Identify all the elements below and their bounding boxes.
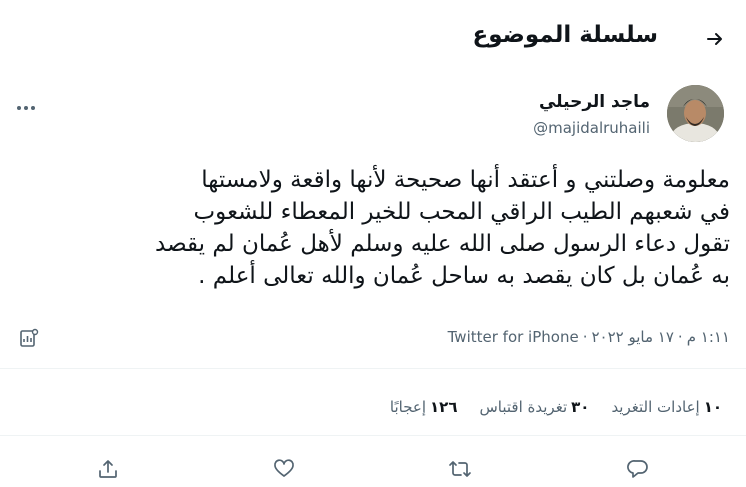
tweet-line: معلومة وصلتني و أعتقد أنها صحيحة لأنها و… (201, 167, 730, 193)
quotes-stat[interactable]: ٣٠تغريدة اقتباس (479, 398, 589, 416)
share-button[interactable] (94, 455, 122, 483)
author-handle[interactable]: @majidalruhaili (533, 119, 650, 137)
tweet-stats: ١٠إعادات التغريد ٣٠تغريدة اقتباس ١٢٦إعجا… (390, 398, 722, 416)
tweet-meta: ١:١١ م · ١٧ مايو ٢٠٢٢ · Twitter for iPho… (448, 328, 730, 346)
analytics-icon (20, 328, 39, 347)
tweet-actions (0, 455, 746, 485)
retweet-button[interactable] (446, 455, 474, 483)
divider (0, 435, 746, 436)
tweet-text: معلومة وصلتني و أعتقد أنها صحيحة لأنها و… (10, 164, 730, 292)
retweets-label: إعادات التغريد (611, 398, 700, 416)
dot-icon (31, 106, 35, 110)
tweet-line: في شعبهم الطيب الراقي المحب للخير المعطا… (193, 199, 730, 225)
quotes-label: تغريدة اقتباس (479, 398, 568, 416)
more-options-button[interactable] (14, 100, 38, 116)
like-button[interactable] (270, 455, 298, 483)
divider (0, 368, 746, 369)
likes-count: ١٢٦ (430, 398, 458, 416)
back-button[interactable] (698, 22, 732, 56)
dot-icon (17, 106, 21, 110)
page-title: سلسلة الموضوع (472, 22, 658, 48)
meta-separator: · (677, 328, 683, 346)
arrow-right-icon (707, 33, 722, 45)
reply-button[interactable] (624, 455, 652, 483)
retweet-icon (449, 461, 471, 477)
tweet-source[interactable]: Twitter for iPhone (448, 328, 579, 346)
tweet-line: به عُمان بل كان يقصد به ساحل عُمان والله… (198, 263, 730, 289)
share-icon (99, 460, 117, 478)
likes-stat[interactable]: ١٢٦إعجابًا (390, 398, 458, 416)
avatar-photo-icon (667, 85, 724, 142)
dot-icon (24, 106, 28, 110)
reply-icon (627, 460, 648, 478)
heart-icon (274, 459, 294, 477)
retweets-stat[interactable]: ١٠إعادات التغريد (611, 398, 722, 416)
thread-header: سلسلة الموضوع (0, 0, 746, 78)
retweets-count: ١٠ (703, 398, 722, 416)
quotes-count: ٣٠ (571, 398, 590, 416)
tweet-date[interactable]: ١٧ مايو ٢٠٢٢ (591, 328, 673, 346)
meta-separator: · (582, 328, 588, 346)
tweet-line: تقول دعاء الرسول صلى الله عليه وسلم لأهل… (155, 231, 730, 257)
analytics-button[interactable] (19, 328, 39, 348)
tweet-time[interactable]: ١:١١ م (687, 328, 730, 346)
likes-label: إعجابًا (389, 398, 427, 416)
author-name[interactable]: ماجد الرحيلي (539, 92, 650, 112)
avatar[interactable] (667, 85, 724, 142)
